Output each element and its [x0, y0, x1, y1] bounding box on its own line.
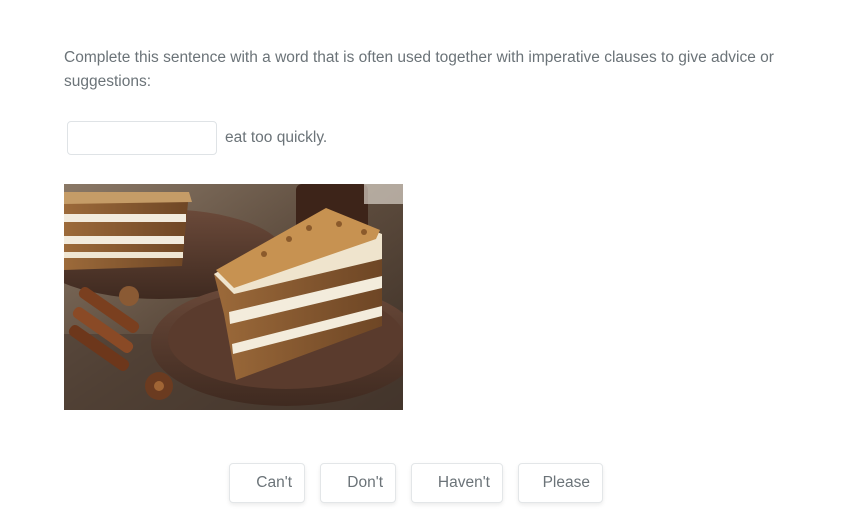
- option-please-button[interactable]: Please: [518, 463, 603, 503]
- sentence-rest-text: eat too quickly.: [225, 129, 328, 146]
- answer-blank-input[interactable]: [67, 121, 217, 155]
- option-dont-button[interactable]: Don't: [320, 463, 396, 503]
- answer-options: Can't Don't Haven't Please: [229, 463, 603, 503]
- sentence-row: eat too quickly.: [67, 121, 327, 155]
- carrot-cake-image: [64, 184, 403, 410]
- option-cant-button[interactable]: Can't: [229, 463, 305, 503]
- option-havent-button[interactable]: Haven't: [411, 463, 503, 503]
- question-prompt: Complete this sentence with a word that …: [64, 49, 774, 90]
